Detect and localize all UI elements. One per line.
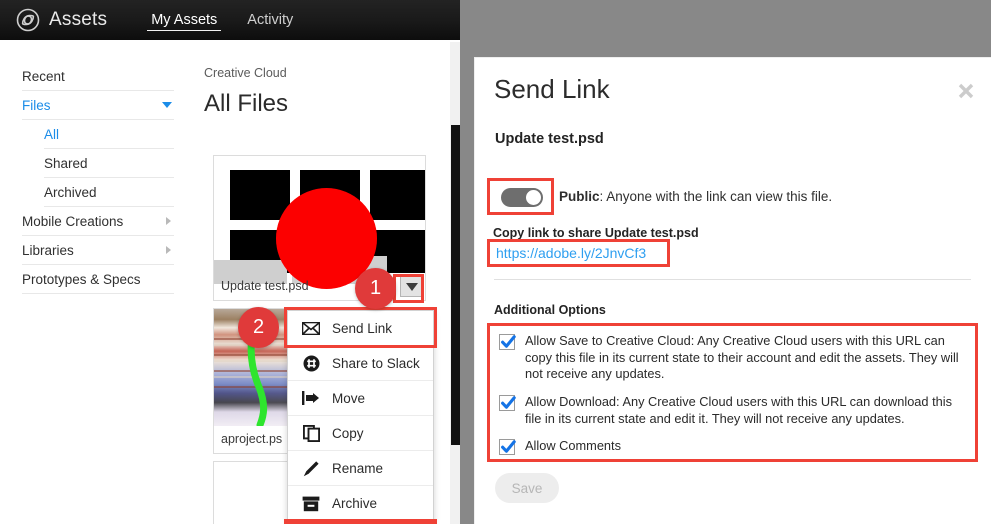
context-menu-item-archive-label: Archive [332, 496, 378, 511]
annotation-badge-2-label: 2 [252, 316, 265, 338]
chevron-right-icon [166, 246, 171, 254]
context-menu-item-rename[interactable]: Rename [288, 451, 433, 486]
annotation-badge-1-label: 1 [369, 277, 382, 299]
option-allow-save[interactable]: Allow Save to Creative Cloud: Any Creati… [499, 333, 969, 383]
option-allow-save-label: Allow Save to Creative Cloud: Any Creati… [525, 333, 959, 381]
top-nav: My Assets Activity [143, 0, 315, 40]
copy-link-label: Copy link to share Update test.psd [493, 226, 699, 240]
context-menu-item-copy-label: Copy [332, 425, 364, 441]
slack-icon [300, 355, 322, 372]
annotation-box-bottom-edge [284, 519, 437, 524]
context-menu-item-share-to-slack[interactable]: Share to Slack [288, 346, 433, 381]
sidebar-item-recent-label: Recent [22, 68, 65, 84]
sidebar-item-shared[interactable]: Shared [44, 149, 174, 178]
additional-options-title: Additional Options [494, 303, 606, 317]
sidebar: Recent Files All Shared Archived Mobile … [0, 40, 190, 524]
sidebar-item-mobile-creations[interactable]: Mobile Creations [22, 207, 174, 236]
public-toggle-description: Public: Anyone with the link can view th… [559, 189, 832, 204]
sidebar-item-all-label: All [44, 126, 60, 142]
copy-icon [300, 424, 322, 442]
chevron-right-icon [166, 217, 171, 225]
context-menu-item-share-to-slack-label: Share to Slack [332, 355, 420, 371]
sidebar-item-recent[interactable]: Recent [22, 62, 174, 91]
annotation-badge-2: 2 [238, 307, 279, 348]
move-arrow-icon [300, 390, 322, 406]
chevron-down-icon [162, 102, 172, 108]
context-menu-item-rename-label: Rename [332, 460, 384, 476]
tab-my-assets-label: My Assets [151, 12, 218, 28]
dialog-title: Send Link [494, 74, 610, 104]
sidebar-item-all[interactable]: All [44, 120, 174, 149]
checkbox-allow-save[interactable] [499, 334, 516, 350]
sidebar-item-libraries-label: Libraries [22, 242, 74, 258]
vertical-scrollbar-thumb[interactable] [451, 125, 460, 445]
pencil-icon [300, 460, 322, 477]
option-allow-download-label: Allow Download: Any Creative Cloud users… [525, 394, 953, 426]
sidebar-item-files-label: Files [22, 97, 51, 113]
checkbox-allow-comments[interactable] [499, 439, 516, 455]
public-toggle-text: : Anyone with the link can view this fil… [599, 189, 833, 204]
annotation-box-dropdown [393, 274, 424, 303]
creative-cloud-logo [16, 8, 40, 32]
tab-activity[interactable]: Activity [239, 0, 301, 40]
sidebar-item-libraries[interactable]: Libraries [22, 236, 174, 265]
top-bar: Assets My Assets Activity [0, 0, 460, 40]
sidebar-item-mobile-creations-label: Mobile Creations [22, 213, 124, 229]
screenshot-root: Assets My Assets Activity Recent Files A… [0, 0, 991, 524]
context-menu-item-move[interactable]: Move [288, 381, 433, 416]
dialog-filename: Update test.psd [495, 131, 604, 147]
close-icon[interactable] [955, 80, 977, 102]
sidebar-item-archived-label: Archived [44, 184, 97, 200]
annotation-box-send-link [284, 307, 437, 348]
annotation-badge-1: 1 [355, 268, 396, 309]
tab-activity-label: Activity [247, 12, 294, 28]
archive-box-icon [300, 496, 322, 512]
checkbox-allow-download[interactable] [499, 395, 516, 411]
sidebar-item-archived[interactable]: Archived [44, 178, 174, 207]
option-allow-comments[interactable]: Allow Comments [499, 438, 969, 455]
context-menu-item-archive[interactable]: Archive [288, 486, 433, 521]
save-button[interactable]: Save [495, 473, 559, 503]
sidebar-item-prototypes-specs-label: Prototypes & Specs [22, 271, 141, 287]
send-link-dialog: Send Link Update test.psd Public: Anyone… [475, 58, 991, 524]
app-title: Assets [49, 9, 108, 30]
toggle-knob [525, 189, 541, 205]
tab-my-assets[interactable]: My Assets [143, 0, 225, 40]
sidebar-item-prototypes-specs[interactable]: Prototypes & Specs [22, 265, 174, 294]
context-menu-item-move-label: Move [332, 390, 366, 406]
public-toggle-label: Public [559, 189, 600, 204]
sidebar-item-files[interactable]: Files [22, 91, 174, 120]
share-link[interactable]: https://adobe.ly/2JnvCf3 [491, 244, 651, 264]
breadcrumb: Creative Cloud [204, 66, 287, 80]
toggle-track [500, 187, 543, 207]
sidebar-item-shared-label: Shared [44, 155, 88, 171]
context-menu-item-copy[interactable]: Copy [288, 416, 433, 451]
divider [494, 279, 971, 280]
option-allow-download[interactable]: Allow Download: Any Creative Cloud users… [499, 394, 969, 427]
option-allow-comments-label: Allow Comments [525, 438, 622, 453]
public-toggle[interactable] [493, 184, 550, 210]
share-link-text: https://adobe.ly/2JnvCf3 [496, 245, 647, 261]
page-title: All Files [204, 90, 289, 117]
